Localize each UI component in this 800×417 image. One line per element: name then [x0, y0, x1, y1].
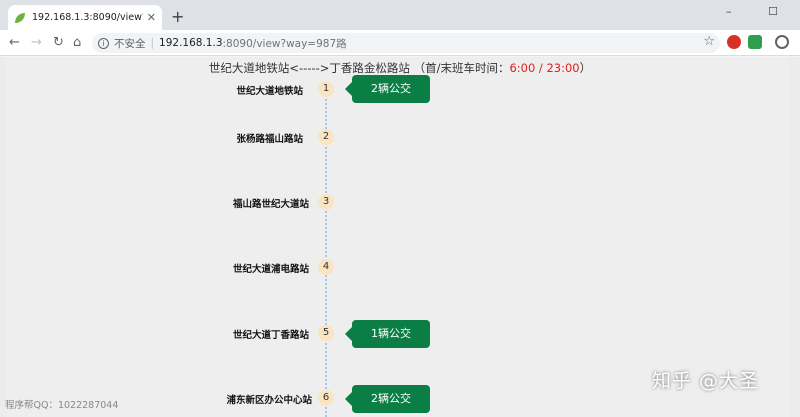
stop-name: 世纪大道地铁站	[236, 86, 303, 97]
tab-title: 192.168.1.3:8090/view?way=98	[32, 12, 143, 23]
address-bar[interactable]: i 不安全 | 192.168.1.3 :8090/view?way=987路 …	[92, 33, 720, 53]
security-label: 不安全	[114, 37, 146, 50]
browser-toolbar: ← → ↻ ⌂ i 不安全 | 192.168.1.3 :8090/view?w…	[0, 30, 800, 56]
footer-qq: 程序帮QQ：1022287044	[5, 400, 119, 411]
bookmark-star-icon[interactable]: ☆	[703, 34, 715, 49]
route-arrow: <----->	[289, 61, 330, 75]
stop-name: 浦东新区办公中心站	[226, 395, 312, 406]
stop-number: 6	[318, 390, 334, 406]
time-label: （首/末班车时间：	[413, 61, 510, 75]
stop-number: 3	[318, 194, 334, 210]
browser-tab[interactable]: 192.168.1.3:8090/view?way=98 ✕	[8, 5, 162, 30]
reload-icon[interactable]: ↻	[53, 34, 64, 52]
service-time: 6:00 / 23:00	[509, 61, 580, 75]
url-host: 192.168.1.3	[159, 37, 223, 49]
leaf-favicon-icon	[15, 12, 25, 23]
adblock-extension-icon[interactable]	[727, 35, 741, 49]
new-tab-button[interactable]: +	[171, 7, 184, 26]
stop-number: 5	[318, 325, 334, 341]
route-header: 世纪大道地铁站<----->丁香路金松路站 （首/末班车时间：6:00 / 23…	[0, 60, 800, 76]
bus-count-badge: 1辆公交	[345, 320, 430, 348]
profile-avatar-icon[interactable]	[775, 35, 789, 49]
close-tab-icon[interactable]: ✕	[147, 11, 156, 24]
stop-number: 1	[318, 81, 334, 97]
route-end: 丁香路金松路站	[329, 61, 410, 75]
zhihu-watermark: 知乎 @大圣	[652, 370, 760, 392]
back-icon[interactable]: ←	[9, 34, 20, 52]
bus-count-badge: 2辆公交	[345, 385, 430, 413]
shield-extension-icon[interactable]	[748, 35, 762, 49]
stop-number: 2	[318, 129, 334, 145]
address-separator: |	[150, 37, 155, 49]
stop-name: 福山路世纪大道站	[232, 199, 309, 210]
forward-icon[interactable]: →	[31, 34, 42, 52]
home-icon[interactable]: ⌂	[73, 34, 81, 52]
time-close: ）	[579, 61, 592, 75]
stop-number: 4	[318, 259, 334, 275]
maximize-icon[interactable]: ☐	[768, 5, 778, 18]
stop-name: 张杨路福山路站	[236, 134, 303, 145]
info-icon[interactable]: i	[98, 37, 109, 49]
url-path: :8090/view?way=987路	[222, 37, 347, 50]
page-panel	[6, 57, 790, 417]
minimize-icon[interactable]: –	[726, 5, 732, 18]
page-content: 世纪大道地铁站<----->丁香路金松路站 （首/末班车时间：6:00 / 23…	[0, 57, 800, 417]
stop-name: 世纪大道丁香路站	[232, 330, 309, 341]
tab-strip: 192.168.1.3:8090/view?way=98 ✕ + – ☐	[0, 0, 800, 30]
bus-count-badge: 2辆公交	[345, 75, 430, 103]
stop-name: 世纪大道浦电路站	[232, 264, 309, 275]
route-start: 世纪大道地铁站	[208, 61, 290, 75]
